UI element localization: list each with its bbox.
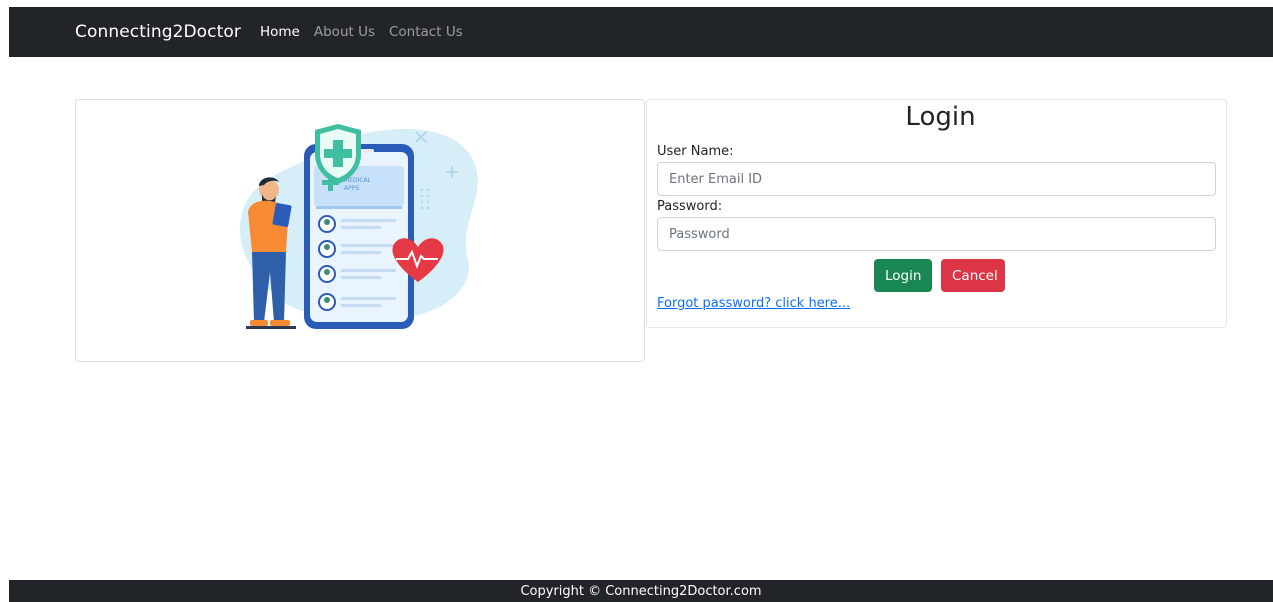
nav-link-contact-us[interactable]: Contact Us <box>382 24 470 40</box>
login-title: Login <box>905 102 976 132</box>
nav-links: Home About Us Contact Us <box>253 24 470 40</box>
phone-text-apps: APPS <box>344 185 359 192</box>
nav-link-about-us[interactable]: About Us <box>307 24 382 40</box>
login-card: Login User Name: Password: Login Cancel … <box>646 99 1227 328</box>
cancel-button[interactable]: Cancel <box>941 259 1005 292</box>
password-label: Password: <box>657 199 723 214</box>
navbar: Connecting2Doctor Home About Us Contact … <box>9 7 1273 57</box>
page: Connecting2Doctor Home About Us Contact … <box>0 0 1273 602</box>
button-row: Login Cancel <box>647 259 1228 292</box>
username-input[interactable] <box>657 162 1216 196</box>
forgot-password-link[interactable]: Forgot password? click here... <box>657 296 850 311</box>
password-input[interactable] <box>657 217 1216 251</box>
medical-app-illustration-icon: MEDICAL APPS <box>239 124 478 329</box>
illustration-card: MEDICAL APPS <box>75 99 645 362</box>
login-button[interactable]: Login <box>874 259 932 292</box>
nav-link-home[interactable]: Home <box>253 24 307 40</box>
footer: Copyright © Connecting2Doctor.com <box>9 580 1273 602</box>
copyright-text: Copyright © Connecting2Doctor.com <box>520 583 762 599</box>
brand-link[interactable]: Connecting2Doctor <box>75 22 241 42</box>
username-label: User Name: <box>657 144 734 159</box>
